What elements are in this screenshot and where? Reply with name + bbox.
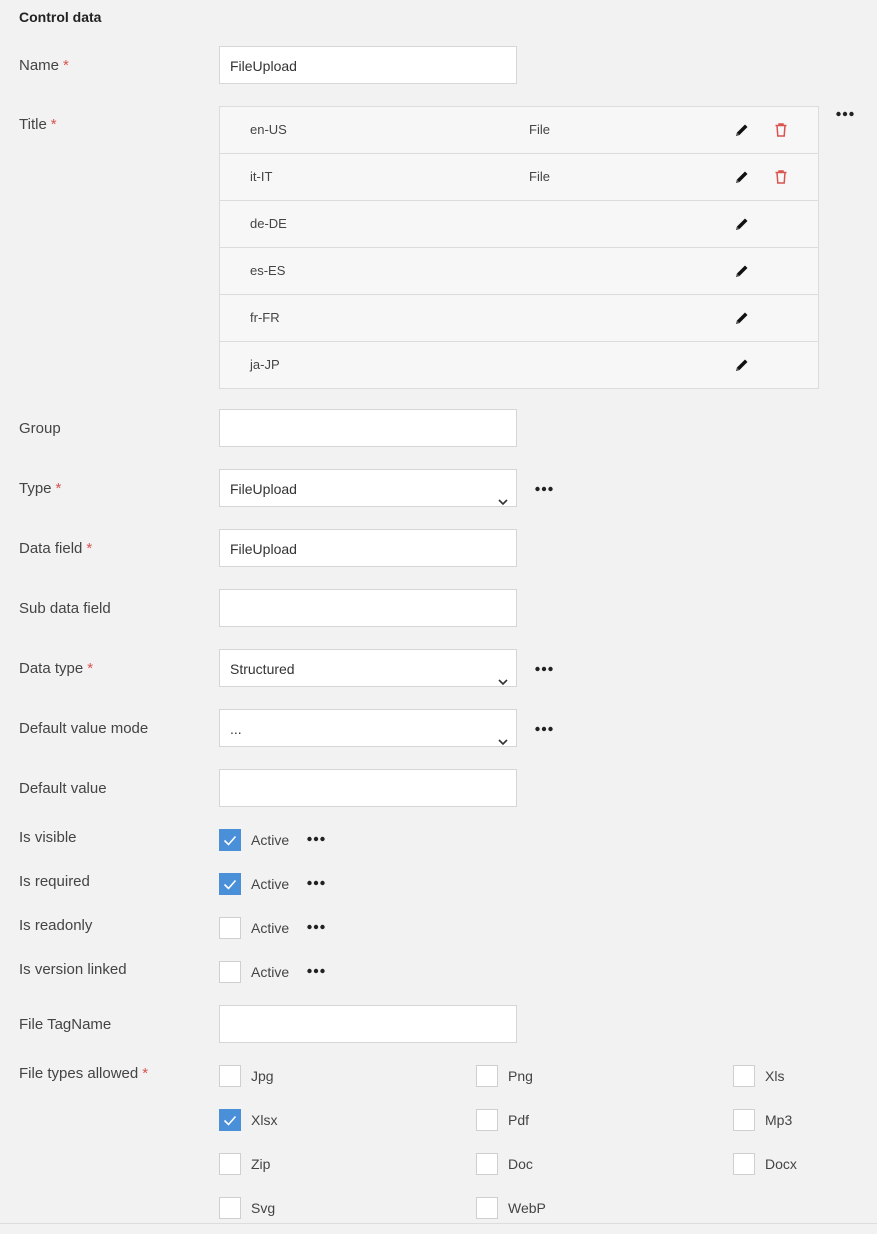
file-type-mp3-label: Mp3	[765, 1112, 793, 1128]
title-label: Title *	[19, 116, 57, 133]
is-readonly-active-label: Active	[251, 920, 290, 936]
pencil-icon[interactable]	[734, 357, 750, 373]
default-value-mode-select[interactable]: ...	[219, 709, 517, 747]
default-value-input[interactable]	[219, 769, 517, 807]
default-value-mode-ellipsis-icon[interactable]	[535, 726, 553, 732]
chevron-down-icon	[498, 723, 508, 746]
type-select[interactable]: FileUpload	[219, 469, 517, 507]
check-icon	[223, 835, 237, 846]
file-tagname-input[interactable]	[219, 1005, 517, 1043]
file-type-xlsx-label: Xlsx	[251, 1112, 278, 1128]
pencil-icon[interactable]	[734, 122, 750, 138]
title-row-en-us: en-US File	[220, 107, 818, 154]
is-version-linked-checkbox[interactable]	[219, 961, 241, 983]
file-type-jpg-checkbox[interactable]	[219, 1065, 241, 1087]
file-type-xlsx-checkbox[interactable]	[219, 1109, 241, 1131]
is-version-linked-ellipsis-icon[interactable]	[307, 968, 325, 974]
check-icon	[223, 879, 237, 890]
title-lang: ja-JP	[250, 357, 280, 372]
title-lang: es-ES	[250, 263, 286, 278]
file-type-doc-checkbox[interactable]	[476, 1153, 498, 1175]
file-type-docx-label: Docx	[765, 1156, 797, 1172]
file-type-docx-checkbox[interactable]	[733, 1153, 755, 1175]
is-version-linked-label: Is version linked	[19, 961, 127, 978]
section-title: Control data	[19, 9, 102, 25]
default-value-mode-label: Default value mode	[19, 720, 149, 737]
is-visible-checkbox[interactable]	[219, 829, 241, 851]
title-row-de-de: de-DE	[220, 201, 818, 248]
is-readonly-label: Is readonly	[19, 917, 93, 934]
pencil-icon[interactable]	[734, 310, 750, 326]
pencil-icon[interactable]	[734, 263, 750, 279]
name-label: Name *	[19, 57, 69, 74]
title-lang: fr-FR	[250, 310, 280, 325]
file-type-webp-checkbox[interactable]	[476, 1197, 498, 1219]
type-ellipsis-icon[interactable]	[535, 486, 553, 492]
is-required-ellipsis-icon[interactable]	[307, 880, 325, 886]
title-row-fr-fr: fr-FR	[220, 295, 818, 342]
data-type-label: Data type *	[19, 660, 94, 677]
pencil-icon[interactable]	[734, 216, 750, 232]
title-translations-table: en-US File it-IT File de-DE es-ES fr-FR …	[219, 106, 819, 389]
type-label: Type *	[19, 480, 62, 497]
default-value-label: Default value	[19, 780, 107, 797]
chevron-down-icon	[498, 663, 508, 686]
data-field-label: Data field *	[19, 540, 93, 557]
title-value: File	[529, 122, 550, 137]
file-type-zip-checkbox[interactable]	[219, 1153, 241, 1175]
title-lang: it-IT	[250, 169, 273, 184]
group-label: Group	[19, 420, 61, 437]
group-input[interactable]	[219, 409, 517, 447]
chevron-down-icon	[498, 483, 508, 506]
trash-icon[interactable]	[773, 122, 789, 138]
pencil-icon[interactable]	[734, 169, 750, 185]
file-type-mp3-checkbox[interactable]	[733, 1109, 755, 1131]
file-type-doc-label: Doc	[508, 1156, 533, 1172]
data-type-ellipsis-icon[interactable]	[535, 666, 553, 672]
type-select-value: FileUpload	[230, 481, 297, 497]
is-visible-ellipsis-icon[interactable]	[307, 836, 325, 842]
is-required-checkbox[interactable]	[219, 873, 241, 895]
is-readonly-checkbox[interactable]	[219, 917, 241, 939]
data-field-input[interactable]: FileUpload	[219, 529, 517, 567]
is-visible-active-label: Active	[251, 832, 290, 848]
title-row-es-es: es-ES	[220, 248, 818, 295]
is-required-active-label: Active	[251, 876, 290, 892]
bottom-divider	[0, 1223, 877, 1224]
check-icon	[223, 1115, 237, 1126]
file-type-png-label: Png	[508, 1068, 533, 1084]
title-more-ellipsis-icon[interactable]	[836, 111, 854, 117]
name-input[interactable]: FileUpload	[219, 46, 517, 84]
file-type-png-checkbox[interactable]	[476, 1065, 498, 1087]
sub-data-field-label: Sub data field	[19, 600, 111, 617]
is-readonly-ellipsis-icon[interactable]	[307, 924, 325, 930]
file-types-label: File types allowed *	[19, 1065, 149, 1082]
file-type-xls-label: Xls	[765, 1068, 785, 1084]
file-type-webp-label: WebP	[508, 1200, 546, 1216]
is-required-label: Is required	[19, 873, 90, 890]
file-type-xls-checkbox[interactable]	[733, 1065, 755, 1087]
title-lang: en-US	[250, 122, 287, 137]
data-type-select[interactable]: Structured	[219, 649, 517, 687]
file-type-zip-label: Zip	[251, 1156, 271, 1172]
file-type-svg-label: Svg	[251, 1200, 276, 1216]
file-type-jpg-label: Jpg	[251, 1068, 274, 1084]
file-type-pdf-checkbox[interactable]	[476, 1109, 498, 1131]
title-row-it-it: it-IT File	[220, 154, 818, 201]
file-type-pdf-label: Pdf	[508, 1112, 530, 1128]
default-value-mode-select-value: ...	[230, 721, 242, 737]
is-visible-label: Is visible	[19, 829, 77, 846]
title-value: File	[529, 169, 550, 184]
trash-icon[interactable]	[773, 169, 789, 185]
is-version-linked-active-label: Active	[251, 964, 290, 980]
title-lang: de-DE	[250, 216, 287, 231]
sub-data-field-input[interactable]	[219, 589, 517, 627]
file-type-svg-checkbox[interactable]	[219, 1197, 241, 1219]
data-type-select-value: Structured	[230, 661, 295, 677]
title-row-ja-jp: ja-JP	[220, 342, 818, 389]
file-tagname-label: File TagName	[19, 1016, 112, 1033]
